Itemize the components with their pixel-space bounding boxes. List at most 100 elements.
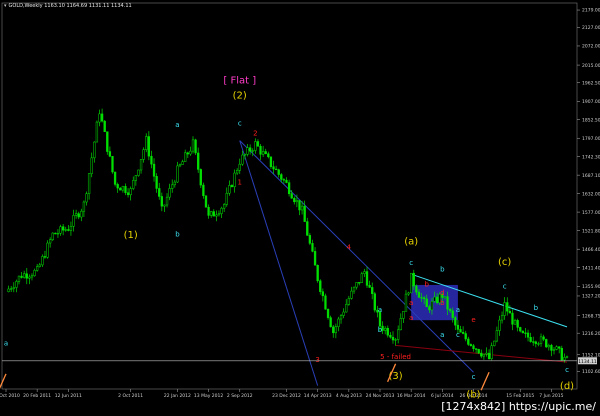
y-tick-label: 1521.80: [582, 228, 600, 234]
candle-body: [334, 326, 337, 334]
candle-body: [316, 264, 319, 282]
candle-body: [477, 348, 480, 354]
candle-body: [524, 332, 527, 334]
x-tick-label: 15 Feb 2015: [506, 393, 534, 399]
candle-body: [329, 317, 332, 328]
candle-body: [526, 332, 530, 338]
candle-body: [168, 188, 171, 198]
y-tick-label: 2179.00: [582, 8, 600, 14]
wave-label: 5 - failed: [380, 353, 411, 361]
candle-body: [498, 319, 501, 331]
candle-body: [134, 175, 138, 181]
candle-body: [191, 139, 195, 152]
candle-body: [77, 213, 80, 218]
candle-body: [139, 159, 143, 171]
candle-body: [321, 291, 325, 297]
candle-body: [49, 239, 52, 244]
wave-label: b: [378, 326, 383, 334]
candle-body: [456, 324, 460, 330]
candle-body: [150, 155, 153, 165]
candle-body: [464, 333, 467, 340]
candle-body: [539, 336, 543, 344]
candle-body: [430, 301, 434, 311]
candle-body: [448, 308, 452, 312]
candle-body: [303, 205, 306, 222]
y-tick-label: 1907.00: [582, 99, 600, 105]
candle-body: [100, 113, 104, 122]
candle-body: [355, 282, 358, 288]
candle-body: [397, 329, 400, 340]
candle-body: [108, 151, 112, 157]
candle-body: [85, 193, 88, 203]
wave-label: b: [440, 299, 445, 307]
wave-label: c: [456, 331, 460, 339]
candle-body: [178, 164, 182, 167]
candle-body: [407, 292, 410, 295]
candle-body: [378, 311, 382, 327]
wave-label: 2: [253, 130, 257, 138]
candle-body: [61, 226, 65, 231]
candle-body: [277, 169, 280, 175]
candle-body: [500, 315, 504, 321]
wave-label: 4: [347, 244, 352, 252]
candle-body: [212, 211, 215, 217]
candle-body: [417, 291, 421, 298]
candle-body: [485, 352, 488, 355]
candle-body: [506, 302, 509, 312]
candle-body: [306, 221, 309, 236]
candle-body: [103, 120, 106, 132]
candle-body: [480, 352, 483, 357]
candle-body: [558, 346, 561, 349]
candle-body: [272, 166, 275, 170]
candle-body: [552, 349, 556, 351]
candle-body: [565, 356, 569, 358]
y-tick-label: 1687.10: [582, 173, 600, 179]
candle-body: [199, 169, 202, 186]
candle-body: [189, 150, 192, 155]
wave-label: a: [378, 306, 382, 314]
wave-label: a: [440, 331, 444, 339]
candle-body: [173, 181, 176, 186]
price-tag-label: 1134.11: [578, 359, 597, 365]
candle-body: [529, 337, 532, 342]
candle-body: [59, 226, 62, 234]
candle-body: [313, 251, 317, 266]
candle-body: [23, 273, 26, 278]
candle-body: [228, 185, 231, 194]
wave-label: a: [4, 339, 8, 347]
candle-body: [311, 243, 314, 252]
candle-body: [412, 272, 415, 287]
candle-body: [428, 306, 431, 311]
candle-body: [184, 152, 187, 162]
candle-body: [415, 285, 418, 293]
candle-body: [513, 320, 517, 325]
wave-label: d: [440, 289, 444, 297]
x-tick-label: 4 Aug 2013: [336, 393, 362, 399]
wave-label: 3: [315, 356, 319, 364]
candle-body: [121, 186, 125, 191]
wave-label: b: [175, 230, 180, 238]
candle-body: [142, 149, 145, 160]
candle-body: [285, 179, 288, 183]
candle-body: [339, 315, 343, 320]
candle-body: [176, 165, 179, 183]
candle-body: [389, 334, 392, 338]
candle-body: [555, 346, 558, 350]
candle-body: [152, 163, 156, 177]
candle-body: [269, 156, 273, 167]
candle-body: [337, 318, 340, 327]
candle-body: [352, 286, 356, 292]
y-tick-label: 1102.60: [582, 369, 600, 375]
candle-body: [433, 296, 436, 302]
candle-body: [215, 214, 218, 217]
candle-body: [373, 293, 376, 311]
candle-body: [7, 288, 10, 292]
candle-body: [28, 276, 31, 279]
candle-body: [251, 150, 254, 152]
wave-label: 1: [238, 178, 242, 186]
candle-body: [15, 281, 18, 288]
candle-body: [363, 271, 366, 274]
candle-body: [54, 232, 57, 235]
candle-body: [248, 147, 252, 152]
candle-body: [368, 285, 371, 288]
